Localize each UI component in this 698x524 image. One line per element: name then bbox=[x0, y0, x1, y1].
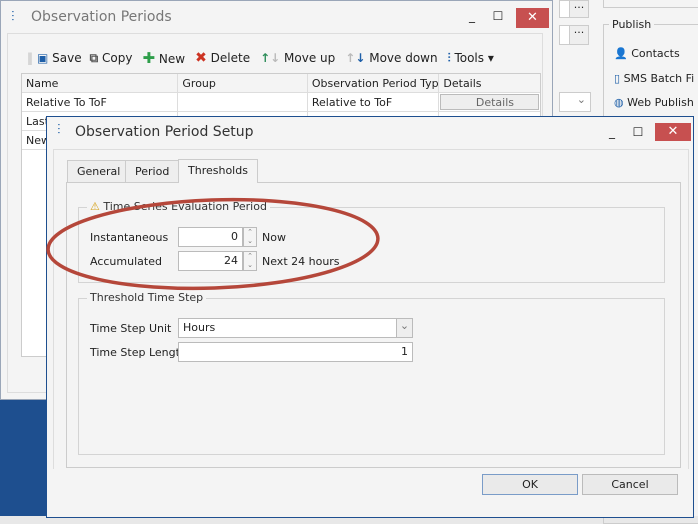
warning-icon: ⚠ bbox=[90, 200, 100, 213]
arrow-down-icon: ↓ bbox=[355, 51, 366, 65]
grid-header: Name Group Observation Period Type Detai… bbox=[22, 74, 540, 93]
column-header[interactable]: Details bbox=[439, 74, 540, 92]
label: Time Series Evaluation Period bbox=[103, 200, 267, 213]
time-step-length-input[interactable]: 1 bbox=[178, 342, 413, 362]
tools-button[interactable]: ⫶ Tools ▾ bbox=[448, 51, 494, 66]
instantaneous-label: Instantaneous bbox=[90, 231, 169, 244]
minimize-button[interactable]: _ bbox=[605, 125, 619, 139]
accumulated-spinner[interactable]: ⌃ ⌄ bbox=[243, 251, 257, 271]
save-button[interactable]: ▣ Save bbox=[37, 51, 82, 65]
time-step-unit-label: Time Step Unit bbox=[90, 322, 172, 335]
label: Move down bbox=[369, 51, 438, 65]
x-icon: ✖ bbox=[195, 50, 207, 66]
arrow-up-icon: ↑ bbox=[260, 51, 271, 65]
table-row[interactable]: Relative To ToF Relative to ToF Details bbox=[22, 93, 540, 112]
phone-icon: ▯ bbox=[614, 72, 621, 85]
group-border bbox=[603, 0, 698, 8]
column-header[interactable]: Name bbox=[22, 74, 179, 92]
time-step-length-label: Time Step Length bbox=[90, 346, 187, 359]
label: Move up bbox=[284, 51, 336, 65]
tab-general[interactable]: General bbox=[67, 160, 131, 182]
publish-sms[interactable]: ▯ SMS Batch Fi bbox=[614, 72, 694, 85]
plus-icon: ✚ bbox=[142, 49, 156, 67]
item-label: SMS Batch Fi bbox=[623, 72, 695, 85]
cell-group bbox=[178, 93, 308, 111]
toolbar-grip: ‖ bbox=[27, 51, 33, 65]
new-button[interactable]: ✚ New bbox=[143, 49, 186, 67]
cell-type: Relative to ToF bbox=[308, 93, 440, 111]
dialog-title: Observation Period Setup bbox=[75, 124, 254, 140]
details-button[interactable]: Details bbox=[440, 94, 539, 110]
column-header[interactable]: Group bbox=[178, 74, 308, 92]
column-header[interactable]: Observation Period Type bbox=[308, 74, 440, 92]
maximize-button[interactable]: ☐ bbox=[631, 125, 645, 139]
evaluation-period-group: ⚠ Time Series Evaluation Period bbox=[78, 200, 665, 283]
move-down-button[interactable]: ↑↓ Move down bbox=[345, 51, 437, 65]
label: Save bbox=[52, 51, 82, 65]
group-label: ⚠ Time Series Evaluation Period bbox=[87, 200, 270, 213]
delete-button[interactable]: ✖ Delete bbox=[195, 50, 250, 66]
tools-icon: ⫶ bbox=[57, 122, 61, 138]
publish-contacts[interactable]: 👤 Contacts bbox=[614, 47, 680, 60]
globe-icon: ◍ bbox=[614, 96, 624, 109]
accumulated-desc: Next 24 hours bbox=[262, 255, 340, 268]
move-up-button[interactable]: ↑↓ Move up bbox=[260, 51, 335, 65]
person-icon: 👤 bbox=[614, 47, 628, 60]
item-label: Contacts bbox=[631, 47, 680, 60]
instantaneous-desc: Now bbox=[262, 231, 286, 244]
window-title: Observation Periods bbox=[31, 9, 172, 25]
ellipsis-button[interactable]: ··· bbox=[569, 25, 589, 45]
label: Delete bbox=[210, 51, 251, 65]
dropdown[interactable]: ⌄ bbox=[559, 92, 591, 112]
label: New bbox=[158, 52, 186, 66]
instantaneous-spinner[interactable]: ⌃ ⌄ bbox=[243, 227, 257, 247]
desktop-strip bbox=[0, 398, 46, 516]
publish-web[interactable]: ◍ Web Publish bbox=[614, 96, 694, 109]
tools-icon: ⫶ bbox=[11, 9, 15, 25]
save-icon: ▣ bbox=[37, 51, 49, 65]
ok-button[interactable]: OK bbox=[482, 474, 578, 495]
label: Copy bbox=[102, 50, 133, 65]
tools-icon: ⫶ bbox=[447, 50, 451, 65]
tab-thresholds[interactable]: Thresholds bbox=[178, 159, 258, 183]
toolbar: ‖ ▣ Save ⧉ Copy ✚ New ✖ Delete ↑↓ Move u… bbox=[27, 49, 494, 67]
label: Tools bbox=[454, 50, 484, 65]
selected-value: Hours bbox=[183, 321, 216, 334]
ellipsis-button[interactable]: ··· bbox=[569, 0, 589, 18]
tab-period[interactable]: Period bbox=[125, 160, 180, 182]
instantaneous-input[interactable]: 0 bbox=[178, 227, 243, 247]
accumulated-input[interactable]: 24 bbox=[178, 251, 243, 271]
cancel-button[interactable]: Cancel bbox=[582, 474, 678, 495]
cell-name: Relative To ToF bbox=[22, 93, 179, 111]
close-button[interactable]: ✕ bbox=[516, 8, 549, 28]
accumulated-label: Accumulated bbox=[90, 255, 162, 268]
close-button[interactable]: ✕ bbox=[655, 123, 691, 141]
copy-icon: ⧉ bbox=[89, 50, 99, 65]
item-label: Web Publish bbox=[627, 96, 694, 109]
maximize-button[interactable]: ☐ bbox=[491, 9, 505, 23]
group-label: Threshold Time Step bbox=[87, 291, 207, 304]
publish-label: Publish bbox=[609, 18, 655, 31]
minimize-button[interactable]: _ bbox=[465, 9, 479, 23]
chevron-down-icon[interactable]: ⌄ bbox=[396, 319, 412, 337]
copy-button[interactable]: ⧉ Copy bbox=[90, 51, 133, 66]
time-step-unit-select[interactable]: Hours ⌄ bbox=[178, 318, 413, 338]
